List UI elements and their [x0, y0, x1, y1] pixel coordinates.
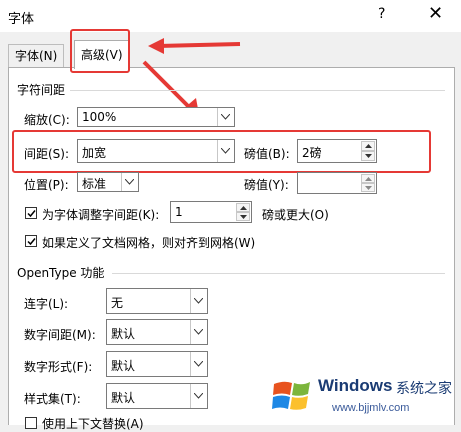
ligatures-label: 连字(L):: [24, 297, 69, 311]
kerning-suffix: 磅或更大(O): [262, 208, 329, 222]
position-combo[interactable]: 标准: [77, 172, 139, 192]
spin-down-button[interactable]: [361, 183, 375, 192]
section-opentype: OpenType 功能: [17, 266, 105, 280]
windows-logo-icon: [272, 381, 310, 410]
num-forms-combo[interactable]: 默认: [106, 351, 208, 377]
position-label: 位置(P):: [24, 178, 69, 192]
spin-up-button[interactable]: [236, 203, 250, 212]
watermark: Windows 系统之家 www.bjjmlv.com: [268, 368, 461, 424]
spin-down-button[interactable]: [236, 212, 250, 221]
chevron-down-icon[interactable]: [190, 320, 207, 344]
section-char-spacing: 字符间距: [17, 83, 66, 97]
contextual-checkbox[interactable]: [25, 417, 37, 429]
position-pt-label: 磅值(Y):: [244, 178, 289, 192]
spacing-combo[interactable]: 加宽: [77, 139, 235, 163]
chevron-down-icon[interactable]: [217, 108, 234, 126]
chevron-down-icon[interactable]: [190, 384, 207, 408]
stylistic-sets-value: 默认: [111, 391, 136, 405]
annotation-box-tab: [70, 29, 130, 73]
spacing-value: 加宽: [82, 146, 107, 160]
spacing-pt-label: 磅值(B):: [244, 147, 290, 161]
spacing-label: 间距(S):: [24, 147, 70, 161]
scale-combo[interactable]: 100%: [77, 107, 235, 127]
ligatures-value: 无: [111, 296, 124, 310]
scale-value: 100%: [82, 110, 117, 124]
num-spacing-label: 数字间距(M):: [24, 328, 96, 342]
watermark-site: 系统之家: [396, 381, 452, 397]
grid-label: 如果定义了文档网格，则对齐到网格(W): [42, 236, 256, 250]
grid-checkbox[interactable]: [25, 235, 37, 247]
position-value: 标准: [82, 177, 107, 191]
spin-down-button[interactable]: [361, 151, 375, 161]
stylistic-sets-label: 样式集(T):: [24, 392, 81, 406]
spacing-pt-value: 2磅: [302, 146, 322, 160]
divider: [70, 90, 445, 91]
chevron-down-icon[interactable]: [190, 289, 207, 313]
num-forms-value: 默认: [111, 359, 136, 373]
help-button[interactable]: ?: [378, 6, 385, 22]
scale-label: 缩放(C):: [24, 113, 70, 127]
watermark-name: Windows: [318, 376, 393, 395]
spacing-pt-input[interactable]: 2磅: [297, 139, 377, 163]
stylistic-sets-combo[interactable]: 默认: [106, 383, 208, 409]
watermark-url: www.bjjmlv.com: [332, 402, 410, 414]
kerning-label: 为字体调整字间距(K):: [42, 208, 160, 222]
chevron-down-icon[interactable]: [217, 140, 234, 162]
ligatures-combo[interactable]: 无: [106, 288, 208, 314]
spin-up-button[interactable]: [361, 141, 375, 151]
window-title: 字体: [8, 12, 35, 27]
kerning-checkbox[interactable]: [25, 207, 37, 219]
kerning-value: 1: [175, 205, 183, 219]
chevron-down-icon[interactable]: [190, 352, 207, 376]
tab-font[interactable]: 字体(N): [8, 44, 65, 67]
title-bar: [0, 0, 461, 32]
position-pt-input[interactable]: [297, 172, 377, 194]
spin-up-button[interactable]: [361, 174, 375, 183]
num-forms-label: 数字形式(F):: [24, 360, 93, 374]
num-spacing-combo[interactable]: 默认: [106, 319, 208, 345]
chevron-down-icon[interactable]: [121, 173, 138, 191]
close-button[interactable]: ✕: [428, 3, 443, 24]
num-spacing-value: 默认: [111, 327, 136, 341]
kerning-input[interactable]: 1: [170, 201, 252, 223]
divider: [112, 273, 445, 274]
